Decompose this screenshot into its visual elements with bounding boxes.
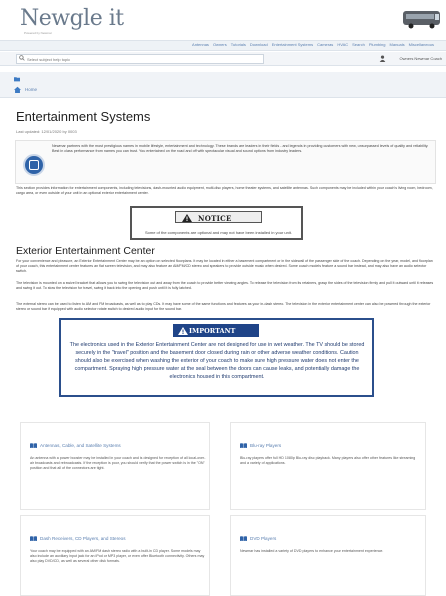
user-name[interactable]: Owners Newmar Coach (400, 56, 442, 61)
last-updated: Last updated: 12/01/2020 by 0003 (16, 129, 77, 134)
warning-icon (182, 213, 192, 222)
important-text: The electronics used in the Exterior Ent… (69, 342, 365, 380)
nav-link[interactable]: Download (250, 42, 268, 47)
card-antennas[interactable]: Antennas, Cable, and Satellite Systems A… (20, 422, 210, 510)
notice-header: NOTICE (175, 211, 262, 223)
important-box: IMPORTANT The electronics used in the Ex… (59, 318, 374, 397)
nav-link[interactable]: Antennas (192, 42, 209, 47)
warning-icon (178, 326, 188, 335)
nav-link[interactable]: Search (352, 42, 365, 47)
nav-link[interactable]: Owners (213, 42, 227, 47)
stereo-paragraph: The external stereo can be used to liste… (16, 302, 431, 312)
card-dvd[interactable]: DVD Players Newmar has installed a varie… (230, 515, 426, 596)
search-icon[interactable] (19, 55, 25, 61)
exterior-paragraph: For your convenience and pleasure, an Ex… (16, 259, 433, 274)
site-header: Newgle it Powered by Newmar (0, 0, 446, 38)
book-icon (240, 536, 247, 541)
television-paragraph: The television is mounted on a swivel br… (16, 281, 434, 291)
nav-link[interactable]: Cameras (317, 42, 333, 47)
card-text: Your coach may be equipped with an AM/FM… (30, 549, 205, 563)
intro-paragraph: This section provides information for en… (16, 186, 433, 196)
logo-tagline: Powered by Newmar (24, 31, 52, 35)
nav-link[interactable]: Tutorials (231, 42, 246, 47)
intro-panel: Newmar partners with the most prestigiou… (15, 140, 436, 184)
important-header: IMPORTANT (173, 324, 259, 337)
folder-icon[interactable] (14, 76, 20, 82)
card-text: Blu-ray players offer full HD 1080p Blu-… (240, 456, 416, 465)
book-icon (30, 536, 37, 541)
intro-text: Newmar partners with the most prestigiou… (52, 144, 429, 153)
newgle-it-logo[interactable]: Newgle it (20, 6, 124, 31)
card-dash-receivers[interactable]: Dash Receivers, CD Players, and Stereos … (20, 515, 210, 596)
home-icon[interactable] (14, 86, 21, 93)
card-bluray[interactable]: Blu-ray Players Blu-ray players offer fu… (230, 422, 426, 510)
card-title[interactable]: DVD Players (250, 536, 276, 541)
notice-label: NOTICE (198, 214, 232, 223)
user-icon[interactable] (379, 55, 386, 62)
nav-link[interactable]: HVAC (337, 42, 348, 47)
card-text: An antenna with a power booster may be i… (30, 456, 206, 470)
section-title: Exterior Entertainment Center (16, 245, 155, 257)
coach-icon (403, 11, 440, 29)
breadcrumb: Home (0, 72, 446, 98)
nav-link[interactable]: Entertainment Systems (272, 42, 313, 47)
card-text: Newmar has installed a variety of DVD pl… (240, 549, 384, 553)
nav-link[interactable]: Plumbing (369, 42, 386, 47)
important-label: IMPORTANT (189, 326, 236, 335)
book-icon (240, 443, 247, 448)
page-title: Entertainment Systems (16, 109, 151, 124)
search-bar: Owners Newmar Coach (0, 52, 446, 66)
nav-link[interactable]: Manuals (390, 42, 405, 47)
entertainment-badge-icon (23, 154, 45, 176)
nav-link[interactable]: Miscellaneous (409, 42, 434, 47)
notice-text: Some of the components are optional and … (145, 230, 292, 235)
top-nav-bar: Antennas Owners Tutorials Download Enter… (0, 40, 446, 51)
card-title[interactable]: Dash Receivers, CD Players, and Stereos (40, 536, 126, 541)
notice-box: NOTICE Some of the components are option… (130, 206, 303, 240)
breadcrumb-home-link[interactable]: Home (25, 87, 37, 92)
book-icon (30, 443, 37, 448)
card-title[interactable]: Antennas, Cable, and Satellite Systems (40, 443, 121, 448)
card-title[interactable]: Blu-ray Players (250, 443, 281, 448)
search-input[interactable] (16, 54, 264, 64)
